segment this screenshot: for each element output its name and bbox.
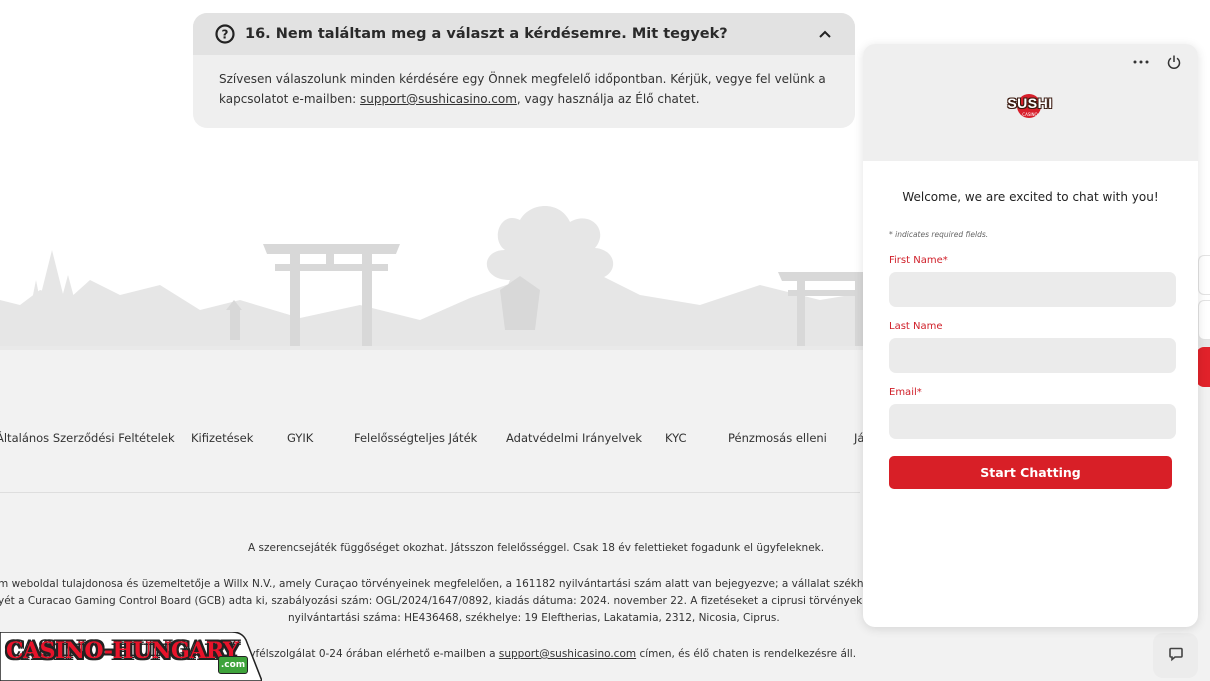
footer-link-responsible-gaming[interactable]: Felelősségteljes Játék bbox=[354, 431, 477, 445]
sushi-casino-logo: SUSHI CASINO bbox=[1004, 92, 1056, 120]
footer-link-aml[interactable]: Pénzmosás elleni bbox=[728, 431, 827, 445]
chat-welcome-message: Welcome, we are excited to chat with you… bbox=[902, 190, 1159, 204]
chat-launcher-button[interactable] bbox=[1153, 633, 1198, 678]
required-asterisk: * bbox=[916, 387, 922, 398]
first-name-label-text: First Name bbox=[889, 255, 943, 266]
faq-item: ? 16. Nem találtam meg a választ a kérdé… bbox=[193, 13, 855, 128]
footer-link-faq[interactable]: GYIK bbox=[287, 431, 313, 445]
footer-link-kyc[interactable]: KYC bbox=[665, 431, 687, 445]
footer-support-email-link[interactable]: support@sushicasino.com bbox=[499, 648, 636, 660]
required-fields-note: * indicates required fields. bbox=[889, 230, 989, 239]
email-label: Email* bbox=[889, 387, 922, 398]
last-name-input[interactable] bbox=[889, 338, 1176, 373]
chat-bubble-icon bbox=[1168, 646, 1184, 666]
support-email-link[interactable]: support@sushicasino.com bbox=[360, 92, 517, 106]
chat-widget: SUSHI CASINO Welcome, we are excited to … bbox=[863, 44, 1198, 627]
start-chatting-button[interactable]: Start Chatting bbox=[889, 456, 1172, 489]
support-notice: ügyfélszolgálat 0-24 órában elérhető e-m… bbox=[236, 648, 856, 660]
first-name-label: First Name* bbox=[889, 255, 948, 266]
last-name-label: Last Name bbox=[889, 321, 943, 332]
faq-answer-text-end: , vagy használja az Élő chatet. bbox=[516, 92, 700, 106]
email-input[interactable] bbox=[889, 404, 1176, 439]
faq-question-title: 16. Nem találtam meg a választ a kérdése… bbox=[245, 26, 728, 42]
faq-answer: Szívesen válaszolunk minden kérdésére eg… bbox=[193, 55, 855, 109]
casino-hungary-com: .com bbox=[218, 656, 248, 674]
chevron-up-icon[interactable] bbox=[817, 26, 833, 42]
logo-text: SUSHI bbox=[1007, 95, 1053, 111]
footer-nav: Általános Szerződési Feltételek Kifizeté… bbox=[0, 431, 900, 447]
edge-tab-top[interactable] bbox=[1198, 255, 1210, 295]
footer-link-terms[interactable]: Általános Szerződési Feltételek bbox=[0, 431, 175, 445]
chat-header: SUSHI CASINO bbox=[863, 44, 1198, 161]
faq-answer-text: kapcsolatot e-mailben: bbox=[219, 92, 361, 106]
more-dots-icon[interactable] bbox=[1132, 53, 1150, 71]
edge-tab-red[interactable] bbox=[1196, 347, 1210, 387]
footer-divider bbox=[0, 492, 860, 493]
faq-answer-line1: Szívesen válaszolunk minden kérdésére eg… bbox=[219, 72, 826, 86]
footer-link-payouts[interactable]: Kifizetések bbox=[191, 431, 253, 445]
footer-link-privacy[interactable]: Adatvédelmi Irányelvek bbox=[506, 431, 642, 445]
edge-tab-middle[interactable] bbox=[1198, 300, 1210, 340]
power-icon[interactable] bbox=[1164, 52, 1184, 72]
faq-question-header[interactable]: ? 16. Nem találtam meg a választ a kérdé… bbox=[193, 13, 855, 55]
question-circle-icon: ? bbox=[215, 24, 235, 44]
legal-text-line3: nyilvántartási száma: HE436468, székhely… bbox=[288, 612, 780, 624]
legal-text-line2: yét a Curacao Gaming Control Board (GCB)… bbox=[0, 595, 896, 607]
casino-hungary-logo: CASINO-HUNGARY bbox=[6, 638, 239, 664]
faq-answer-line2: kapcsolatot e-mailben: support@sushicasi… bbox=[219, 89, 829, 109]
gambling-notice: A szerencsejáték függőséget okozhat. Ját… bbox=[248, 542, 825, 554]
logo-subtext: CASINO bbox=[1022, 112, 1038, 117]
svg-text:?: ? bbox=[222, 28, 229, 42]
support-notice-text-end: címen, és élő chaten is rendelkezésre ál… bbox=[636, 648, 857, 660]
legal-text-line1: m weboldal tulajdonosa és üzemeltetője a… bbox=[0, 578, 913, 590]
email-label-text: Email bbox=[889, 387, 917, 398]
first-name-input[interactable] bbox=[889, 272, 1176, 307]
required-asterisk: * bbox=[942, 255, 948, 266]
support-notice-text: ügyfélszolgálat 0-24 órában elérhető e-m… bbox=[236, 648, 499, 660]
